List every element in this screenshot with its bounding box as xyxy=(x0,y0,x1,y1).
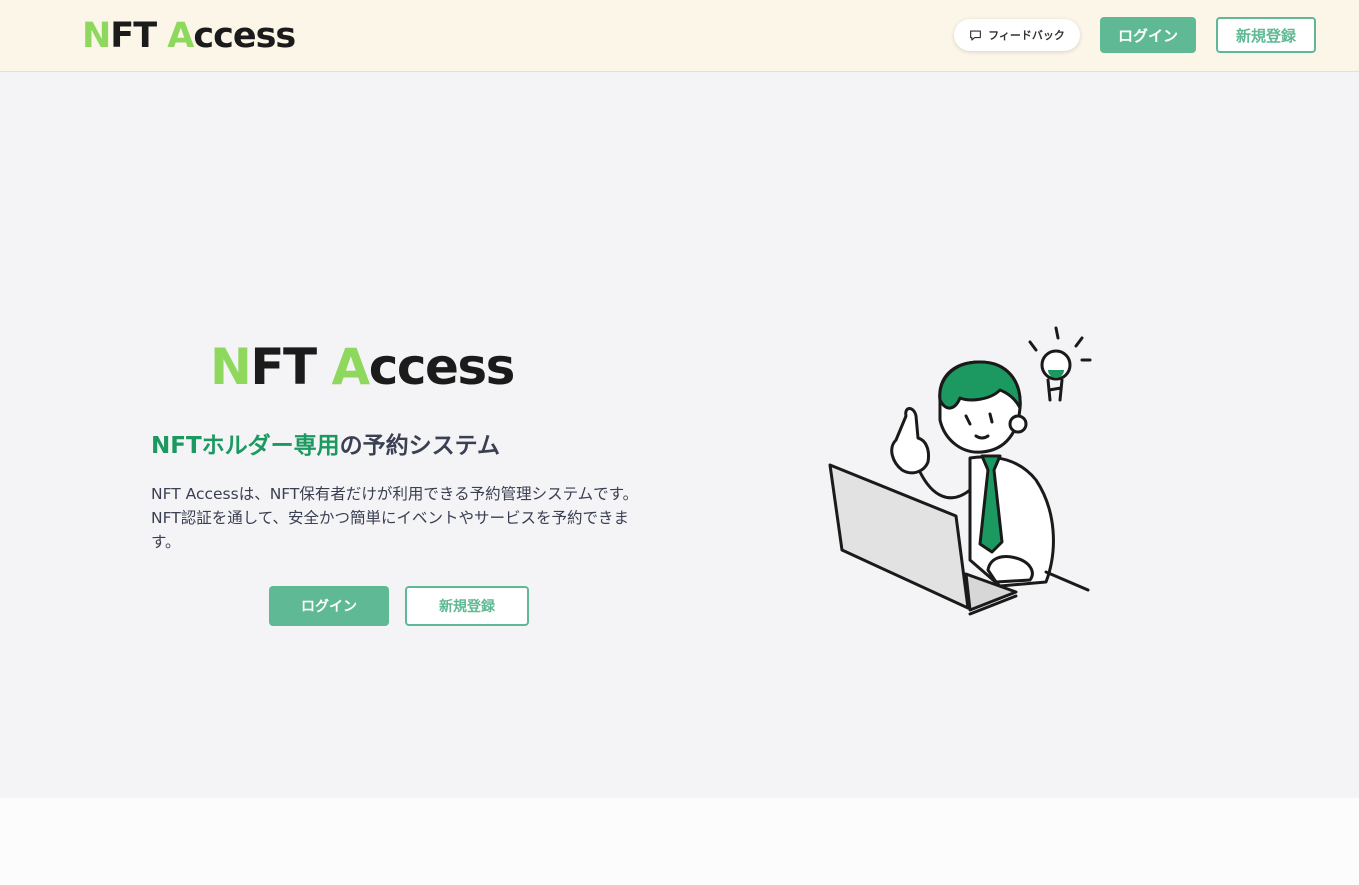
lightbulb-icon xyxy=(1028,326,1092,402)
man-with-laptop-illustration xyxy=(828,326,1092,616)
hero-tagline: NFTホルダー専用の予約システム xyxy=(151,426,500,460)
header-logo[interactable]: NFT Access xyxy=(82,14,296,58)
speech-bubble-icon xyxy=(970,29,982,41)
tagline-accent: NFTホルダー専用 xyxy=(151,433,340,459)
header-register-button[interactable]: 新規登録 xyxy=(1216,17,1316,53)
header-login-button[interactable]: ログイン xyxy=(1100,17,1196,53)
site-header: NFT Access フィードバック ログイン 新規登録 xyxy=(0,0,1359,72)
hero-login-button[interactable]: ログイン xyxy=(269,586,389,626)
hero-register-button[interactable]: 新規登録 xyxy=(405,586,529,626)
lower-section xyxy=(0,798,1359,885)
person-head xyxy=(938,360,1028,454)
feedback-button[interactable]: フィードバック xyxy=(954,19,1080,51)
tagline-rest: の予約システム xyxy=(339,433,500,459)
hero-logo: NFT Access xyxy=(210,338,515,396)
hero-description: NFT Accessは、NFT保有者だけが利用できる予約管理システムです。NFT… xyxy=(151,485,639,551)
feedback-label: フィードバック xyxy=(988,29,1065,42)
